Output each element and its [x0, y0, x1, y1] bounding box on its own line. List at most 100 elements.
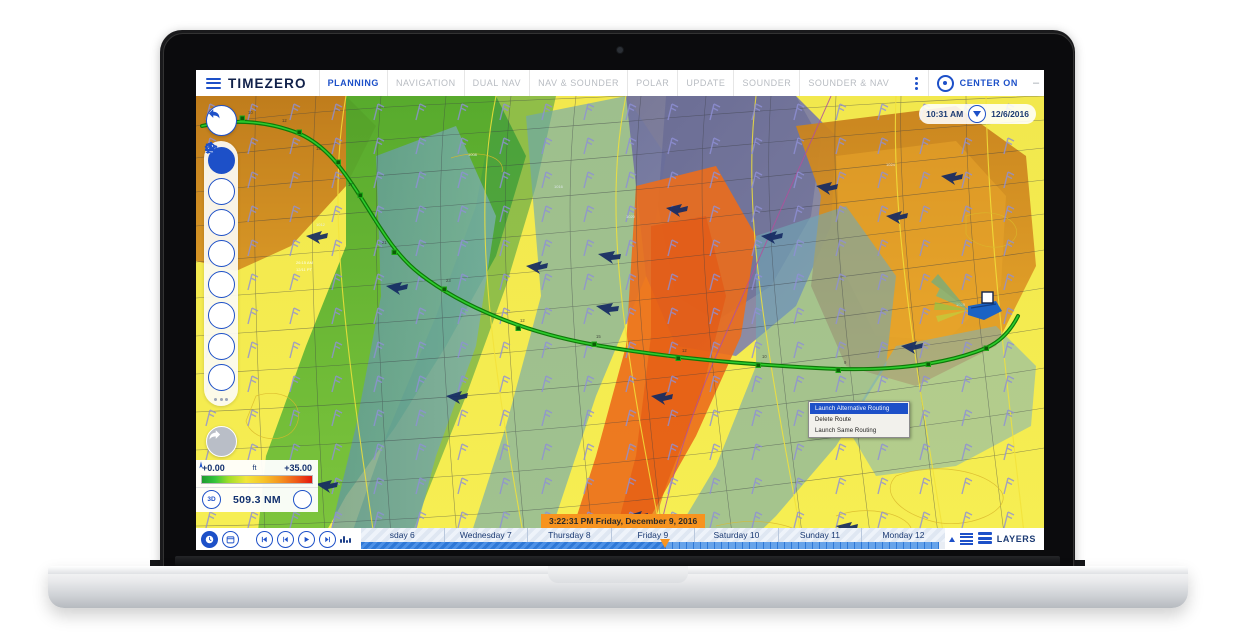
tab-sounder-nav[interactable]: SOUNDER & NAV: [799, 70, 897, 96]
play-button[interactable]: [298, 530, 315, 548]
svg-text:12: 12: [520, 318, 525, 323]
north-up-button[interactable]: [199, 461, 312, 509]
svg-text:23: 23: [446, 278, 451, 283]
menu-item-delete-route[interactable]: Delete Route: [810, 414, 908, 425]
list-icon[interactable]: [959, 532, 973, 546]
timeline-day-0[interactable]: sday 6: [361, 528, 445, 542]
laptop-base: [48, 566, 1188, 608]
laptop-base-notch: [548, 566, 688, 583]
tab-dual-nav[interactable]: DUAL NAV: [463, 70, 529, 96]
forward-arrow-icon: [209, 430, 221, 440]
tab-bar: PLANNING NAVIGATION DUAL NAV NAV & SOUND…: [318, 70, 898, 96]
timeline-playhead[interactable]: [659, 539, 670, 548]
skip-start-button[interactable]: [256, 530, 273, 548]
step-forward-button[interactable]: [319, 530, 336, 548]
zoom-out-tool[interactable]: [205, 142, 235, 236]
route-context-menu[interactable]: Launch Alternative Routing Delete Route …: [808, 401, 910, 438]
north-up-icon: [199, 461, 203, 469]
tab-polar[interactable]: POLAR: [627, 70, 677, 96]
left-tool-palette: [204, 141, 238, 406]
bottom-timeline-bar: sday 6 Wednesday 7 Thursday 8 Friday 9 S…: [196, 528, 1044, 550]
polygon-icon: [204, 141, 218, 154]
polygon-tool[interactable]: [204, 141, 235, 391]
top-right-controls: CENTER ON –: [906, 70, 1044, 96]
svg-text:1012: 1012: [316, 222, 326, 227]
legend-values: +0.00 ft +35.00: [196, 462, 318, 475]
wave-height-icon[interactable]: [336, 535, 355, 543]
playback-controls: [196, 530, 336, 548]
svg-text:1016: 1016: [554, 184, 564, 189]
tab-navigation[interactable]: NAVIGATION: [386, 70, 464, 96]
back-button[interactable]: [206, 105, 237, 136]
divider-compass-tool[interactable]: [207, 142, 235, 267]
svg-text:15: 15: [316, 146, 321, 151]
buoy-marker-tool[interactable]: [205, 143, 235, 298]
timeline-past-fill: [361, 542, 665, 549]
chevron-down-icon[interactable]: [968, 105, 987, 123]
menu-item-launch-same-routing[interactable]: Launch Same Routing: [810, 425, 908, 436]
triangle-up-icon[interactable]: [948, 536, 955, 542]
layers-stack-icon[interactable]: [977, 532, 992, 546]
svg-text:26:15 AM: 26:15 AM: [296, 260, 313, 265]
center-on-label: CENTER ON: [959, 78, 1018, 88]
timeline-day-4[interactable]: Saturday 10: [695, 528, 779, 542]
overflow-menu-icon[interactable]: [906, 76, 928, 90]
target-icon: [936, 74, 954, 92]
tab-update[interactable]: UPDATE: [677, 70, 733, 96]
svg-text:1008: 1008: [468, 152, 478, 157]
legend-unit: ft: [252, 464, 257, 472]
route-distance: 509.3 NM: [233, 493, 281, 506]
minimize-button[interactable]: –: [1028, 77, 1044, 89]
calendar-button[interactable]: [222, 530, 239, 548]
top-toolbar: TIMEZERO PLANNING NAVIGATION DUAL NAV NA…: [196, 70, 1044, 96]
tab-sounder[interactable]: SOUNDER: [733, 70, 799, 96]
more-dots-icon[interactable]: [214, 395, 228, 402]
timeline-scrubber[interactable]: sday 6 Wednesday 7 Thursday 8 Friday 9 S…: [361, 528, 945, 550]
timezero-app: TIMEZERO PLANNING NAVIGATION DUAL NAV NA…: [196, 70, 1044, 550]
legend-max: +35.00: [284, 463, 312, 473]
brand-area[interactable]: TIMEZERO: [196, 70, 319, 96]
step-back-button[interactable]: [277, 530, 294, 548]
legend-gradient-bar: [201, 475, 313, 484]
brand-name: TIMEZERO: [228, 75, 307, 91]
laptop-lid: TIMEZERO PLANNING NAVIGATION DUAL NAV NA…: [160, 30, 1075, 575]
svg-text:12: 12: [282, 118, 287, 123]
tab-nav-sounder[interactable]: NAV & SOUNDER: [529, 70, 627, 96]
hamburger-icon[interactable]: [206, 77, 221, 89]
clock-mode-button[interactable]: [201, 530, 218, 548]
route-tool[interactable]: [204, 143, 235, 329]
forward-button[interactable]: [206, 426, 237, 457]
timeline-day-1[interactable]: Wednesday 7: [445, 528, 529, 542]
svg-text:1020: 1020: [626, 214, 636, 219]
current-time-banner: 3:22:31 PM Friday, December 9, 2016: [541, 514, 706, 528]
timeline-day-6[interactable]: Monday 12: [862, 528, 945, 542]
menu-item-launch-alternative-routing[interactable]: Launch Alternative Routing: [810, 403, 908, 414]
timeline-track[interactable]: [361, 539, 945, 549]
skip-start-icon: [261, 536, 267, 542]
layers-controls: LAYERS: [945, 532, 1044, 546]
measure-tool[interactable]: [205, 143, 235, 360]
svg-text:12: 12: [682, 348, 687, 353]
clock-time: 10:31 AM: [926, 109, 964, 119]
timeline-day-5[interactable]: Sunday 11: [779, 528, 863, 542]
tab-planning[interactable]: PLANNING: [318, 70, 387, 96]
svg-text:1024: 1024: [886, 162, 896, 167]
date-time-widget[interactable]: 10:31 AM 12/6/2016: [919, 104, 1036, 124]
clock-date: 12/6/2016: [991, 109, 1029, 119]
distance-row: 3D 509.3 NM: [196, 461, 318, 512]
chart-map-canvas[interactable]: 10 12 15 17 21 23 12 15 12 10 9 26:15 AM 12/11 P…: [196, 96, 1044, 550]
zoom-in-tool[interactable]: [205, 142, 235, 205]
back-arrow-icon: [208, 109, 220, 119]
svg-text:10: 10: [762, 354, 767, 359]
weather-routing-visualization: 101215 172123 121512 109 26:15 AM12/11 P…: [196, 96, 1044, 550]
timeline-future-fill: [664, 542, 939, 549]
center-on-button[interactable]: CENTER ON: [927, 70, 1028, 96]
timeline-day-2[interactable]: Thursday 8: [528, 528, 612, 542]
calendar-icon: [226, 535, 235, 543]
laptop-hinge: [175, 556, 1060, 566]
timeline-day-3[interactable]: Friday 9: [612, 528, 696, 542]
mode-3d-button[interactable]: 3D: [202, 490, 221, 509]
laptop-bezel: TIMEZERO PLANNING NAVIGATION DUAL NAV NA…: [163, 33, 1074, 574]
svg-text:10: 10: [248, 110, 253, 115]
step-forward-icon: [325, 536, 330, 542]
